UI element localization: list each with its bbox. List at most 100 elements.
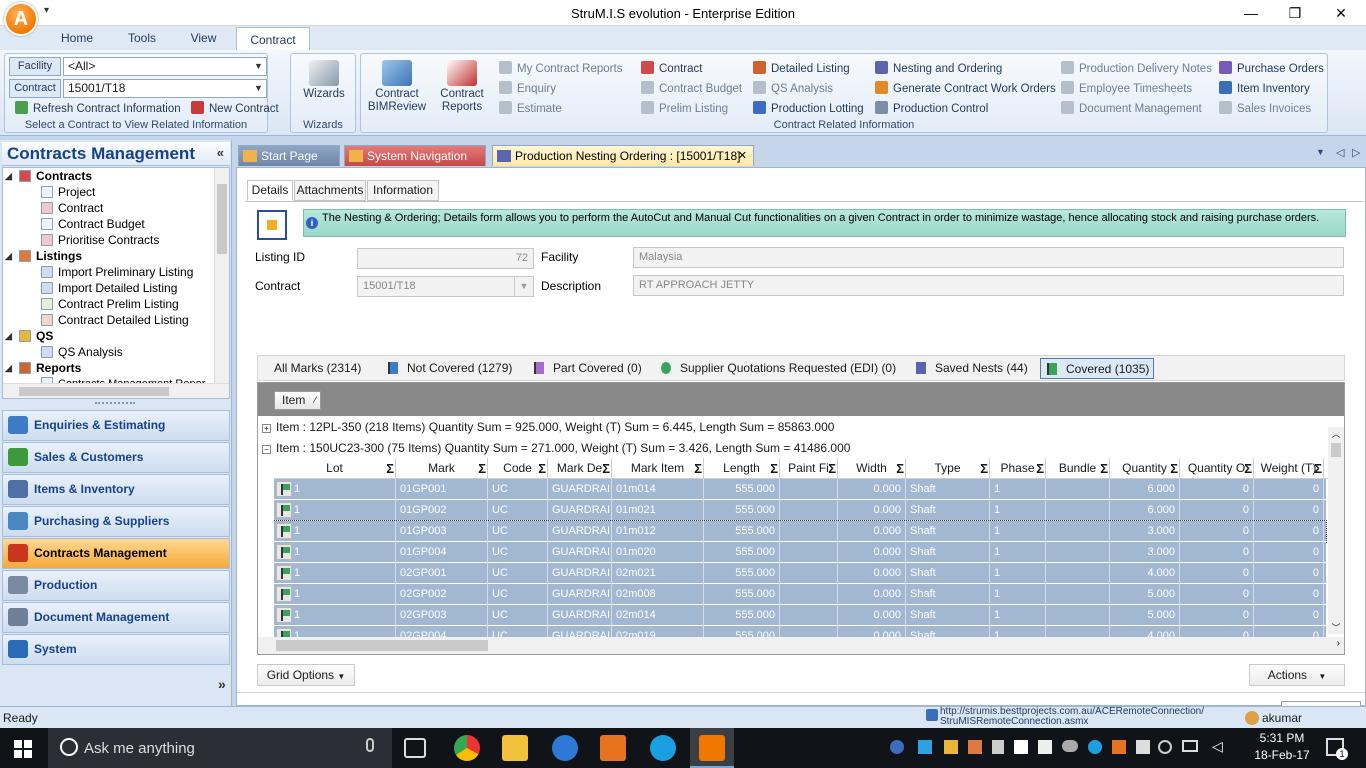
chevron-down-icon[interactable]: ▼: [514, 277, 533, 296]
table-cell[interactable]: 0: [1180, 542, 1254, 563]
table-cell[interactable]: 0.000: [838, 563, 906, 584]
nav-enquiries-estimating[interactable]: Enquiries & Estimating: [2, 410, 230, 441]
purchase-orders-button[interactable]: Purchase Orders: [1219, 61, 1324, 75]
table-cell[interactable]: [1046, 584, 1110, 605]
tab-production-nesting[interactable]: Production Nesting Ordering : [15001/T18…: [492, 145, 754, 166]
group-by-item-chip[interactable]: Item ⁄: [274, 391, 321, 410]
grid-vertical-scrollbar[interactable]: ︿ ﹀: [1328, 427, 1344, 634]
expand-arrow-icon[interactable]: ◢: [5, 360, 12, 376]
nav-items-inventory[interactable]: Items & Inventory: [2, 474, 230, 505]
table-cell[interactable]: 0: [1254, 521, 1324, 542]
table-cell[interactable]: GUARDRAI: [548, 500, 612, 521]
expand-arrow-icon[interactable]: ◢: [5, 328, 12, 344]
column-header[interactable]: Code Σ: [488, 458, 548, 479]
sigma-summary-icon[interactable]: Σ: [386, 458, 394, 479]
table-cell[interactable]: 1: [990, 479, 1046, 500]
table-cell[interactable]: [1046, 479, 1110, 500]
scroll-thumb[interactable]: [19, 387, 169, 396]
detailed-listing-button[interactable]: Detailed Listing: [753, 61, 850, 75]
nav-sales-customers[interactable]: Sales & Customers: [2, 442, 230, 473]
filter-all-marks[interactable]: All Marks (2314): [274, 358, 361, 379]
table-cell[interactable]: 01GP001: [396, 479, 488, 500]
refresh-contract-button[interactable]: Refresh Contract Information: [15, 101, 181, 115]
tray-icon[interactable]: [944, 740, 958, 754]
table-cell[interactable]: Shaft: [906, 563, 990, 584]
tree-horizontal-scrollbar[interactable]: [3, 383, 229, 398]
contract-button[interactable]: Contract: [641, 61, 702, 75]
table-cell[interactable]: 02m021: [612, 563, 704, 584]
subtab-attachments[interactable]: Attachments: [294, 180, 366, 201]
tray-icon[interactable]: [992, 740, 1004, 754]
table-row[interactable]: 1 02GP001 UC GUARDRAI 02m021 555.000 0.000 Shaf…: [274, 563, 1326, 584]
subtab-details[interactable]: Details: [247, 180, 293, 201]
qs-analysis-button[interactable]: QS Analysis: [753, 81, 833, 95]
expand-icon[interactable]: +: [262, 424, 271, 433]
table-cell[interactable]: UC: [488, 563, 548, 584]
document-management-button[interactable]: Document Management: [1061, 101, 1202, 115]
contract-budget-button[interactable]: Contract Budget: [641, 81, 742, 95]
grid-horizontal-scrollbar[interactable]: ›: [258, 637, 1344, 654]
table-cell[interactable]: 0: [1180, 500, 1254, 521]
delivery-notes-button[interactable]: Production Delivery Notes: [1061, 61, 1212, 75]
sigma-summary-icon[interactable]: Σ: [694, 458, 702, 479]
my-contract-reports-button[interactable]: My Contract Reports: [499, 61, 622, 75]
table-row[interactable]: 1 01GP001 UC GUARDRAI 01m014 555.000 0.000 Shaf…: [274, 479, 1326, 500]
tree-item-project[interactable]: Project: [41, 184, 95, 200]
tray-icon[interactable]: [1088, 740, 1102, 754]
table-cell[interactable]: 3.000: [1110, 521, 1180, 542]
table-row[interactable]: 1 01GP004 UC GUARDRAI 01m020 555.000 0.000 Shaf…: [274, 542, 1326, 563]
table-cell[interactable]: 01m020: [612, 542, 704, 563]
table-cell[interactable]: 01GP003: [396, 521, 488, 542]
table-cell[interactable]: GUARDRAI: [548, 584, 612, 605]
table-cell[interactable]: 555.000: [704, 542, 780, 563]
table-cell[interactable]: Shaft: [906, 542, 990, 563]
tab-tools[interactable]: Tools: [112, 26, 172, 50]
scroll-thumb[interactable]: [276, 640, 488, 651]
tray-icon[interactable]: [890, 740, 904, 754]
volume-icon[interactable]: ◁: [1212, 738, 1228, 754]
skype-icon[interactable]: [650, 735, 676, 761]
tab-view[interactable]: View: [176, 26, 231, 50]
table-cell[interactable]: 0: [1180, 563, 1254, 584]
group-row[interactable]: − Item : 150UC23-300 (75 Items) Quantity …: [262, 441, 850, 455]
filter-covered[interactable]: Covered (1035): [1040, 358, 1154, 379]
production-control-button[interactable]: Production Control: [875, 101, 988, 115]
file-explorer-icon[interactable]: [502, 735, 528, 761]
column-header[interactable]: Bundle Σ: [1046, 458, 1110, 479]
table-cell[interactable]: 1: [990, 563, 1046, 584]
actions-button[interactable]: Actions ▼: [1249, 664, 1345, 686]
table-cell[interactable]: 5.000: [1110, 584, 1180, 605]
tray-icon[interactable]: [968, 740, 982, 754]
table-cell[interactable]: 01m014: [612, 479, 704, 500]
nav-contracts-management[interactable]: Contracts Management: [2, 538, 230, 569]
table-cell[interactable]: 0: [1254, 500, 1324, 521]
cloud-icon[interactable]: [1062, 740, 1078, 752]
table-cell[interactable]: 01m012: [612, 521, 704, 542]
tray-icon[interactable]: [1038, 740, 1052, 754]
table-cell[interactable]: [780, 542, 838, 563]
table-cell[interactable]: 1: [290, 584, 396, 605]
column-header[interactable]: Mark De Σ: [548, 458, 612, 479]
tree-vertical-scrollbar[interactable]: [214, 168, 229, 383]
tab-contract[interactable]: Contract: [236, 27, 310, 51]
table-cell[interactable]: GUARDRAI: [548, 521, 612, 542]
table-cell[interactable]: UC: [488, 605, 548, 626]
tab-home[interactable]: Home: [48, 26, 106, 50]
contract-field[interactable]: 15001/T18: [357, 276, 534, 297]
table-cell[interactable]: 0: [1254, 479, 1324, 500]
tray-icon[interactable]: [1158, 740, 1172, 754]
filter-supplier-quotations[interactable]: Supplier Quotations Requested (EDI) (0): [661, 358, 896, 379]
table-cell[interactable]: 02m014: [612, 605, 704, 626]
listing-id-field[interactable]: 72: [357, 248, 534, 269]
employee-timesheets-button[interactable]: Employee Timesheets: [1061, 81, 1192, 95]
nav-purchasing-suppliers[interactable]: Purchasing & Suppliers: [2, 506, 230, 537]
outlook-icon[interactable]: [600, 735, 626, 761]
more-buttons-icon[interactable]: »: [218, 676, 226, 692]
table-cell[interactable]: 4.000: [1110, 563, 1180, 584]
close-window-button[interactable]: ✕: [1318, 0, 1364, 26]
tab-list-dropdown-icon[interactable]: ▼: [1316, 147, 1325, 157]
tab-start-page[interactable]: Start Page: [238, 145, 340, 166]
table-cell[interactable]: 0: [1180, 479, 1254, 500]
close-tab-icon[interactable]: ✕: [738, 146, 747, 166]
table-cell[interactable]: GUARDRAI: [548, 605, 612, 626]
